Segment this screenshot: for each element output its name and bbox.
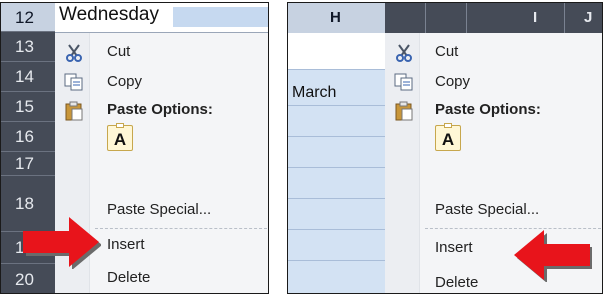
menu-item-paste-special[interactable]: Paste Special... [107, 201, 211, 218]
unselected-cell [288, 33, 385, 69]
row-number[interactable]: 14 [1, 62, 55, 92]
grid-line [288, 167, 385, 168]
column-divider [425, 3, 426, 33]
paste-letter-icon: A [113, 130, 127, 149]
menu-item-label: Insert [107, 236, 145, 253]
paste-letter-icon: A [441, 130, 455, 149]
menu-item-label: Copy [435, 73, 471, 90]
clipboard-icon [394, 101, 414, 126]
menu-item-cut[interactable]: Cut [107, 43, 130, 60]
right-panel: H I J March Cut Copy Paste Options: A Pa… [287, 2, 603, 294]
clipboard-clip [444, 123, 452, 128]
left-panel: 12 13 14 15 16 17 18 19 20 Wednesday Cut [0, 2, 269, 294]
cell-text: Wednesday [59, 4, 159, 25]
menu-item-delete[interactable]: Delete [435, 274, 478, 291]
menu-heading-paste-options: Paste Options: [435, 101, 541, 118]
menu-item-label: Delete [435, 274, 479, 291]
menu-item-label: Paste Options: [435, 101, 541, 118]
menu-item-insert[interactable]: Insert [107, 236, 145, 253]
cell-wednesday[interactable]: Wednesday [55, 3, 268, 33]
menu-item-label: Copy [107, 73, 143, 90]
menu-heading-paste-options: Paste Options: [107, 101, 213, 118]
menu-item-label: Cut [107, 43, 131, 60]
column-divider [466, 3, 467, 33]
column-header-strip: I J [385, 3, 602, 34]
cell-march[interactable]: March [292, 84, 336, 102]
menu-item-copy[interactable]: Copy [435, 73, 470, 90]
clipboard-clip [116, 123, 124, 128]
row-number[interactable]: 12 [1, 3, 55, 32]
menu-item-cut[interactable]: Cut [435, 43, 458, 60]
column-header-h[interactable]: H [288, 3, 385, 34]
menu-item-paste-special[interactable]: Paste Special... [435, 201, 539, 218]
menu-item-label: Cut [435, 43, 459, 60]
column-label: H [330, 9, 341, 26]
grid-line [288, 105, 385, 106]
menu-item-label: Paste Special... [107, 201, 212, 218]
scissors-icon [396, 44, 412, 67]
cell-selection-band [173, 7, 268, 27]
menu-item-label: Insert [435, 239, 473, 256]
red-arrow-right-icon [21, 215, 102, 274]
grid-line [288, 69, 385, 70]
menu-item-label: Paste Special... [435, 201, 540, 218]
menu-separator [95, 228, 267, 229]
row-number[interactable]: 13 [1, 32, 55, 62]
column-divider [564, 3, 565, 33]
selected-column-h[interactable] [288, 33, 385, 293]
menu-item-insert[interactable]: Insert [435, 239, 473, 256]
paste-values-button[interactable]: A [435, 123, 461, 151]
menu-item-label: Delete [107, 269, 151, 286]
row-number[interactable]: 16 [1, 122, 55, 152]
clipboard-icon [64, 101, 84, 126]
menu-item-label: Paste Options: [107, 101, 213, 118]
grid-line [288, 229, 385, 230]
scissors-icon [66, 44, 82, 67]
grid-line [288, 260, 385, 261]
menu-item-delete[interactable]: Delete [107, 269, 150, 286]
column-label[interactable]: J [584, 9, 592, 26]
row-number[interactable]: 15 [1, 92, 55, 122]
menu-item-copy[interactable]: Copy [107, 73, 142, 90]
paste-values-button[interactable]: A [107, 123, 133, 151]
copy-icon [64, 73, 84, 96]
row-number[interactable]: 17 [1, 152, 55, 176]
grid-line [288, 198, 385, 199]
grid-line [288, 136, 385, 137]
column-label[interactable]: I [533, 9, 537, 26]
red-arrow-left-icon [512, 228, 593, 287]
copy-icon [394, 73, 414, 96]
